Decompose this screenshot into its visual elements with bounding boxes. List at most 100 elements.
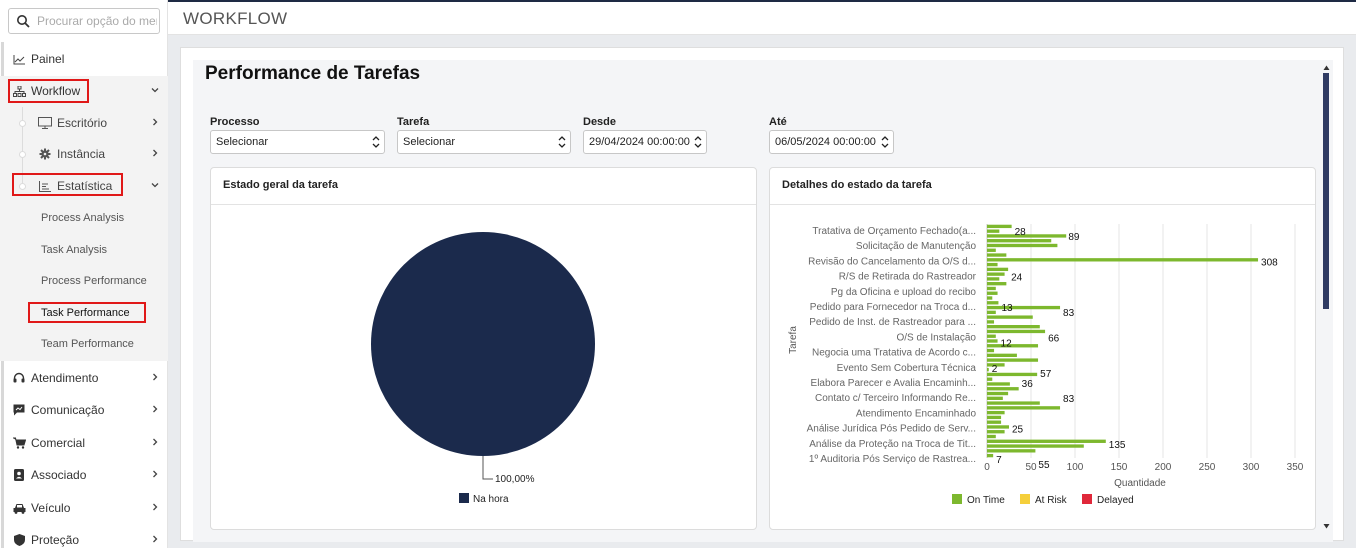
bar-on-time[interactable] <box>987 262 998 267</box>
sidebar-item-protecao[interactable]: Proteção <box>0 525 168 548</box>
bar-on-time[interactable] <box>987 296 993 300</box>
data-label: 25 <box>1012 425 1024 436</box>
headset-icon <box>12 371 26 385</box>
data-label: 24 <box>1011 273 1023 284</box>
sidebar-item-painel[interactable]: Painel <box>0 44 168 74</box>
x-tick-label: 150 <box>1111 462 1128 473</box>
sidebar-item-escritorio[interactable]: Escritório <box>0 108 168 138</box>
sidebar-item-label: Veículo <box>31 501 71 515</box>
category-label: Pedido para Fornecedor na Troca d... <box>810 302 976 313</box>
data-label: 135 <box>1109 440 1126 451</box>
tarefa-value: Selecionar <box>403 136 455 148</box>
bar-on-time[interactable] <box>987 453 994 458</box>
sidebar-item-label: Instância <box>57 147 106 161</box>
bar-on-time[interactable] <box>987 449 1036 453</box>
data-label: 89 <box>1068 232 1080 243</box>
bar-on-time[interactable] <box>987 430 1005 434</box>
bar-on-time[interactable] <box>987 358 1039 362</box>
processo-select[interactable]: Selecionar <box>210 130 385 154</box>
legend-label[interactable]: Delayed <box>1097 495 1134 506</box>
bar-on-time[interactable] <box>987 406 1061 410</box>
bar-on-time[interactable] <box>987 234 1067 238</box>
pie-slice-na-hora[interactable] <box>371 232 595 456</box>
bar-on-time[interactable] <box>987 339 998 343</box>
bar-on-time[interactable] <box>987 444 1084 448</box>
sidebar-item-process-analysis[interactable]: Process Analysis <box>41 212 124 224</box>
data-label: 55 <box>1038 460 1050 471</box>
desde-datetime-input[interactable]: 29/04/2024 00:00:00 <box>583 130 707 154</box>
bar-on-time[interactable] <box>987 267 1009 272</box>
bar-on-time[interactable] <box>987 229 1000 233</box>
bar-on-time[interactable] <box>987 396 1003 400</box>
bar-on-time[interactable] <box>987 224 1012 229</box>
bar-on-time[interactable] <box>987 272 1005 276</box>
category-label: Tratativa de Orçamento Fechado(a... <box>812 226 976 237</box>
scroll-down-icon[interactable] <box>1323 523 1330 529</box>
card-title: Estado geral da tarefa <box>223 179 338 191</box>
bar-on-time[interactable] <box>987 425 1009 429</box>
sidebar-item-associado[interactable]: Associado <box>0 460 168 490</box>
bar-on-time[interactable] <box>987 434 996 439</box>
bar-on-time[interactable] <box>987 353 1017 357</box>
bar-on-time[interactable] <box>987 391 1009 396</box>
bar-on-time[interactable] <box>987 282 1007 286</box>
bar-on-time[interactable] <box>987 344 1039 348</box>
sidebar-item-instancia[interactable]: Instância <box>0 139 168 169</box>
bar-on-time[interactable] <box>987 329 1046 334</box>
sidebar-item-comunicacao[interactable]: Comunicação <box>0 395 168 425</box>
bar-on-time[interactable] <box>987 310 996 315</box>
updown-icon <box>372 136 380 148</box>
scroll-up-icon[interactable] <box>1323 65 1330 71</box>
bar-on-time[interactable] <box>987 415 1002 420</box>
bar-on-time[interactable] <box>987 439 1106 443</box>
sidebar-item-process-performance[interactable]: Process Performance <box>41 275 147 287</box>
bar-on-time[interactable] <box>987 334 996 338</box>
bar-on-time[interactable] <box>987 325 1040 329</box>
bar-on-time[interactable] <box>987 382 1010 386</box>
bar-on-time[interactable] <box>987 377 993 381</box>
ate-datetime-input[interactable]: 06/05/2024 00:00:00 <box>769 130 894 154</box>
bar-on-time[interactable] <box>987 401 1040 405</box>
bar-on-time[interactable] <box>987 258 1259 262</box>
bar-on-time[interactable] <box>987 301 999 305</box>
data-label: 308 <box>1261 257 1278 268</box>
processo-value: Selecionar <box>216 136 268 148</box>
legend-label-na-hora[interactable]: Na hora <box>473 494 509 505</box>
desde-label: Desde <box>583 116 617 128</box>
menu-search[interactable] <box>8 8 160 34</box>
sidebar-item-atendimento[interactable]: Atendimento <box>0 363 168 393</box>
category-label: Contato c/ Terceiro Informando Re... <box>815 393 976 404</box>
sidebar-item-task-analysis[interactable]: Task Analysis <box>41 244 107 256</box>
chevron-right-icon <box>153 118 158 126</box>
data-label: 13 <box>1001 303 1013 314</box>
legend-label[interactable]: At Risk <box>1035 495 1068 506</box>
search-input[interactable] <box>37 12 157 30</box>
bar-on-time[interactable] <box>987 239 1052 243</box>
x-axis-title: Quantidade <box>1114 478 1166 489</box>
bar-on-time[interactable] <box>987 387 1019 391</box>
bar-on-time[interactable] <box>987 253 1007 257</box>
bar-on-time[interactable] <box>987 315 1033 319</box>
bar-on-time[interactable] <box>987 291 998 295</box>
bar-on-time[interactable] <box>987 367 989 372</box>
legend-label[interactable]: On Time <box>967 495 1005 506</box>
sidebar-item-comercial[interactable]: Comercial <box>0 428 168 458</box>
scrollbar-thumb[interactable] <box>1323 73 1329 309</box>
sidebar-item-veiculo[interactable]: Veículo <box>0 493 168 523</box>
bar-on-time[interactable] <box>987 320 995 324</box>
vertical-scrollbar[interactable] <box>1323 65 1330 535</box>
bar-on-time[interactable] <box>987 410 1005 415</box>
bar-on-time[interactable] <box>987 243 1058 248</box>
sidebar-item-label: Comunicação <box>31 403 105 417</box>
bar-on-time[interactable] <box>987 348 995 353</box>
data-label: 66 <box>1048 333 1060 344</box>
tarefa-select[interactable]: Selecionar <box>397 130 571 154</box>
category-label: Evento Sem Cobertura Técnica <box>837 363 977 374</box>
bar-on-time[interactable] <box>987 248 996 252</box>
bar-on-time[interactable] <box>987 277 1000 281</box>
sidebar-item-team-performance[interactable]: Team Performance <box>41 338 134 350</box>
bar-on-time[interactable] <box>987 420 1002 424</box>
search-icon <box>17 15 30 28</box>
bar-on-time[interactable] <box>987 286 996 291</box>
bar-on-time[interactable] <box>987 305 1061 310</box>
